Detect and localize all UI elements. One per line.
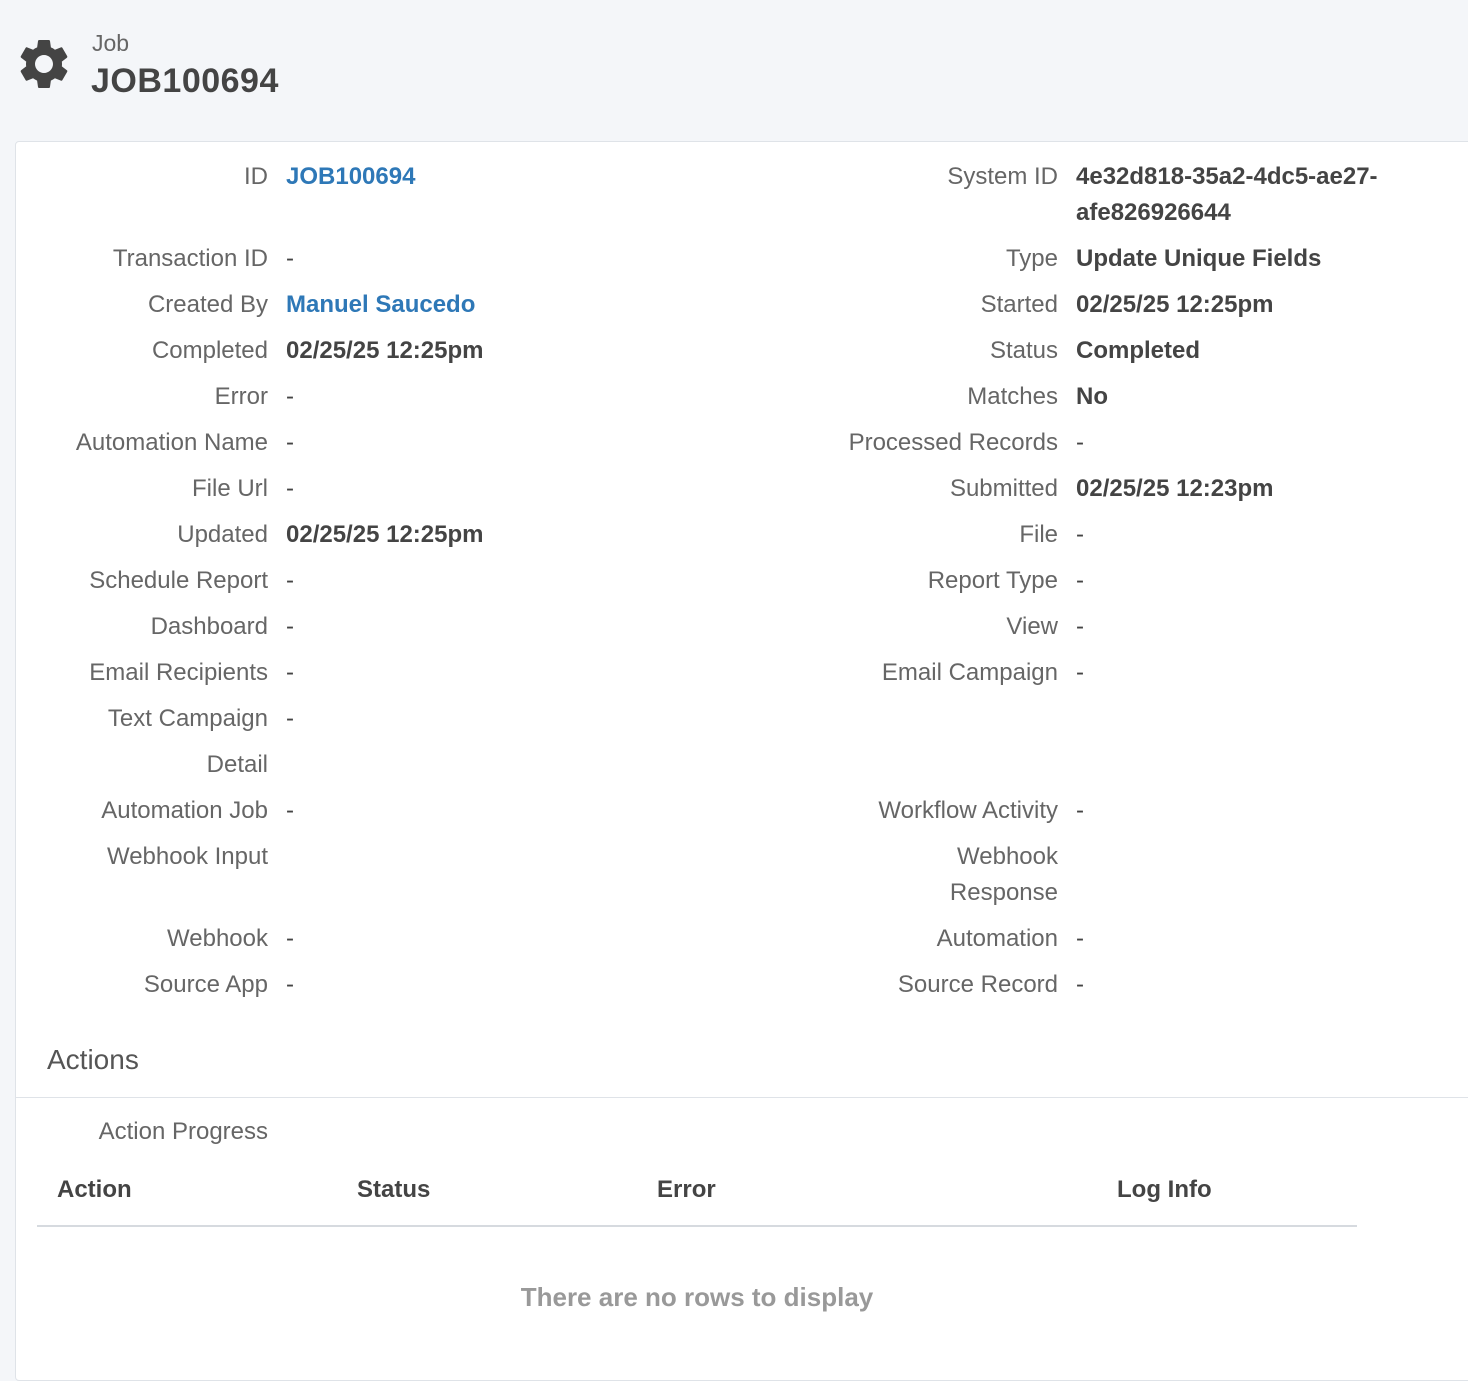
column-header-status[interactable]: Status (357, 1176, 430, 1204)
field-label-source-record: Source Record (897, 971, 1058, 998)
field-label-type: Type (1005, 245, 1058, 272)
email-recipients-value: - (286, 659, 294, 686)
processed-records-value: - (1076, 429, 1084, 456)
field-label-id: ID (244, 163, 268, 190)
file-url-value: - (286, 475, 294, 502)
status-value: Completed (1076, 337, 1201, 364)
action-progress-label: Action Progress (98, 1118, 268, 1145)
field-label-webhook-response-line2: Response (949, 879, 1058, 906)
field-label-webhook: Webhook (167, 925, 268, 952)
source-app-value: - (286, 971, 294, 998)
completed-value: 02/25/25 12:25pm (286, 337, 484, 364)
section-divider (16, 1097, 1468, 1098)
email-campaign-value: - (1076, 659, 1084, 686)
field-label-dashboard: Dashboard (150, 613, 268, 640)
field-label-system-id: System ID (947, 163, 1058, 190)
schedule-report-value: - (286, 567, 294, 594)
page-header: Job JOB100694 (0, 0, 1468, 140)
field-label-error: Error (214, 383, 268, 410)
field-label-matches: Matches (967, 383, 1058, 410)
field-label-automation-job: Automation Job (101, 797, 268, 824)
created-by-link[interactable]: Manuel Saucedo (286, 287, 475, 323)
field-label-file-url: File Url (192, 475, 268, 502)
field-label-detail: Detail (206, 751, 268, 778)
report-type-value: - (1076, 567, 1084, 594)
automation-value: - (1076, 925, 1084, 952)
id-link[interactable]: JOB100694 (286, 159, 415, 195)
actions-section-title: Actions (47, 1044, 139, 1075)
view-value: - (1076, 613, 1084, 640)
record-type-label: Job (92, 30, 130, 56)
field-label-text-campaign: Text Campaign (107, 705, 268, 732)
field-label-completed: Completed (151, 337, 268, 364)
started-value: 02/25/25 12:25pm (1076, 291, 1274, 318)
field-label-webhook-response-line1: Webhook (957, 843, 1058, 870)
error-value: - (286, 383, 294, 410)
field-label-file: File (1019, 521, 1058, 548)
system-id-value-line2: afe826926644 (1076, 199, 1231, 226)
automation-job-value: - (286, 797, 294, 824)
field-label-view: View (1006, 613, 1058, 640)
submitted-value: 02/25/25 12:23pm (1076, 475, 1274, 502)
table-header-divider (37, 1225, 1357, 1227)
field-label-source-app: Source App (143, 971, 268, 998)
empty-table-message: There are no rows to display (520, 1282, 874, 1312)
column-header-action[interactable]: Action (57, 1176, 132, 1204)
field-label-automation-name: Automation Name (75, 429, 268, 456)
field-label-submitted: Submitted (949, 475, 1058, 502)
source-record-value: - (1076, 971, 1084, 998)
updated-value: 02/25/25 12:25pm (286, 521, 484, 548)
workflow-activity-value: - (1076, 797, 1084, 824)
page-title: JOB100694 (91, 62, 279, 100)
column-header-log-info[interactable]: Log Info (1117, 1176, 1212, 1204)
text-campaign-value: - (286, 705, 294, 732)
field-label-started: Started (980, 291, 1058, 318)
field-label-transaction-id: Transaction ID (112, 245, 268, 272)
field-label-webhook-input: Webhook Input (106, 843, 268, 870)
dashboard-value: - (286, 613, 294, 640)
matches-value: No (1076, 383, 1108, 410)
field-label-updated: Updated (177, 521, 268, 548)
field-label-email-campaign: Email Campaign (881, 659, 1058, 686)
field-label-schedule-report: Schedule Report (89, 567, 268, 594)
system-id-value-line1: 4e32d818-35a2-4dc5-ae27- (1076, 163, 1378, 190)
field-label-email-recipients: Email Recipients (89, 659, 268, 686)
field-label-created-by: Created By (147, 291, 268, 318)
automation-name-value: - (286, 429, 294, 456)
file-value: - (1076, 521, 1084, 548)
job-detail-card: ID JOB100694 System ID 4e32d818-35a2-4dc… (15, 141, 1468, 1381)
field-label-status: Status (989, 337, 1058, 364)
column-header-error[interactable]: Error (657, 1176, 716, 1204)
type-value: Update Unique Fields (1076, 245, 1322, 272)
gear-icon (20, 39, 68, 88)
field-label-report-type: Report Type (927, 567, 1058, 594)
webhook-value: - (286, 925, 294, 952)
field-label-workflow-activity: Workflow Activity (878, 797, 1058, 824)
field-label-processed-records: Processed Records (848, 429, 1058, 456)
field-label-automation: Automation (936, 925, 1058, 952)
transaction-id-value: - (286, 245, 294, 272)
